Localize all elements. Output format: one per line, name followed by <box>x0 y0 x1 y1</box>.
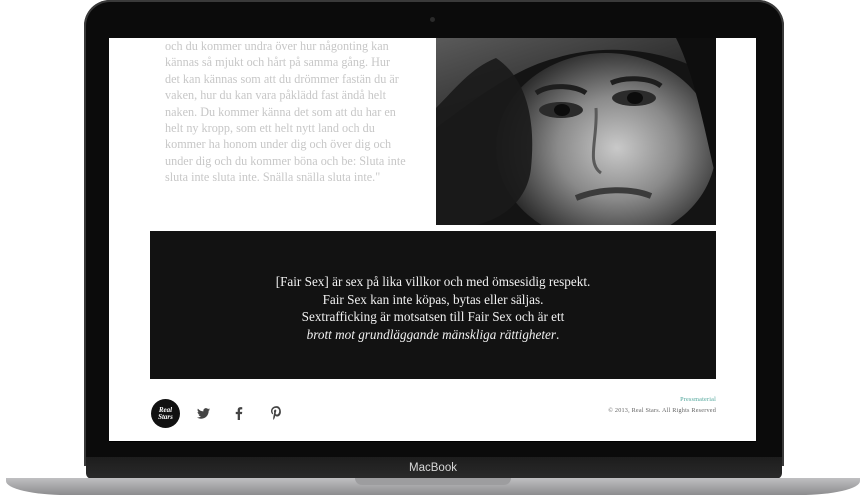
banner-text: [Fair Sex] är sex på lika villkor och me… <box>150 273 716 343</box>
copyright-text: © 2013, Real Stars. All Rights Reserved <box>608 407 716 414</box>
device-label: MacBook <box>409 462 457 474</box>
quote-line: under dig och du kommer böna och be: Slu… <box>165 153 406 168</box>
pressmaterial-link[interactable]: Pressmaterial <box>680 396 716 403</box>
banner-italic-text: brott mot grundläggande mänskliga rättig… <box>306 326 557 342</box>
camera-dot <box>430 17 435 22</box>
screen-bottom-edge <box>109 441 756 442</box>
quote-line: kännas så mjukt och hårt på samma gång. … <box>165 55 391 70</box>
laptop-base-notch <box>355 478 511 485</box>
quote-line: kommer ha honom under dig och över dig o… <box>165 137 392 152</box>
banner-period: . <box>556 326 560 342</box>
quote-line: det kan kännas som att du drömmer fastän… <box>165 71 399 86</box>
fair-sex-banner: [Fair Sex] är sex på lika villkor och me… <box>150 231 716 379</box>
banner-line-emphasis: brott mot grundläggande mänskliga rättig… <box>150 326 716 344</box>
portrait-photo <box>436 38 716 225</box>
footer: Real Stars Pressmaterial © 2013, Real St… <box>109 380 756 441</box>
portrait-image <box>436 38 716 225</box>
banner-line: Fair Sex kan inte köpas, bytas eller säl… <box>322 291 544 307</box>
banner-line: Sextrafficking är motsatsen till Fair Se… <box>301 309 565 324</box>
quote-line: och du kommer undra över hur någonting k… <box>165 39 389 53</box>
quote-line: helt ny kropp, som ett helt nytt land oc… <box>165 121 375 136</box>
banner-line: [Fair Sex] är sex på lika villkor och me… <box>275 274 591 289</box>
twitter-icon[interactable] <box>195 405 211 421</box>
pinterest-icon[interactable] <box>268 405 284 421</box>
quote-text: och du kommer undra över hur någonting k… <box>165 38 415 186</box>
quote-line: naken. Du kommer känna det som att du ha… <box>165 104 396 119</box>
facebook-icon[interactable] <box>231 405 247 421</box>
real-stars-logo[interactable]: Real Stars <box>151 399 180 428</box>
quote-line: sluta inte sluta inte. Snälla snälla slu… <box>165 170 381 185</box>
screen: och du kommer undra över hur någonting k… <box>109 38 756 441</box>
quote-line: vaken, hur du kan vara påklädd fast ändå… <box>165 88 386 103</box>
